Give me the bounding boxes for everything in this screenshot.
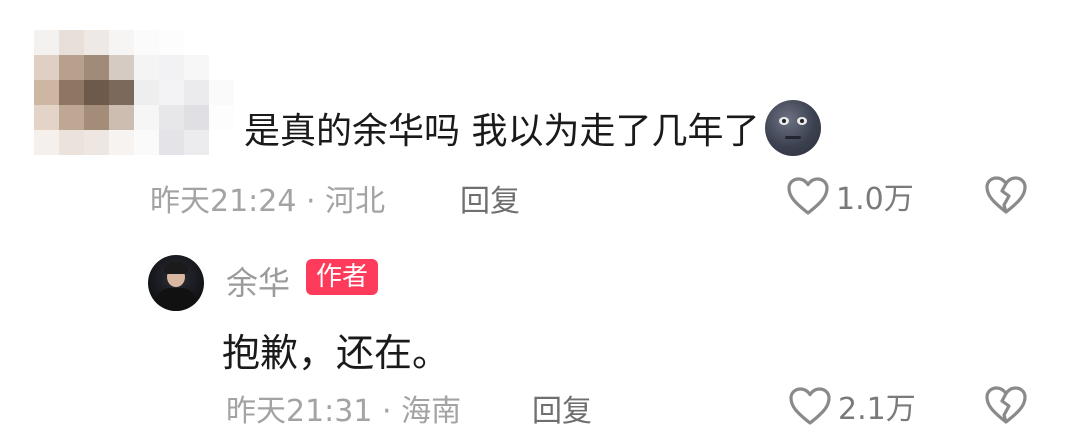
blurred-avatar[interactable] [34, 30, 234, 155]
heart-icon [787, 177, 829, 215]
like-button[interactable]: 1.0万 [786, 174, 914, 218]
comment-text: 是真的余华吗 我以为走了几年了 [244, 100, 822, 156]
comment-thread: 是真的余华吗 我以为走了几年了 昨天21:24 · 河北 回复 1.0万 余华 … [0, 0, 1080, 436]
broken-heart-icon [985, 386, 1027, 424]
dislike-button[interactable] [984, 175, 1028, 219]
reply-time-location: 昨天21:31 · 海南 [226, 394, 462, 429]
comment-time-location: 昨天21:24 · 河北 [150, 184, 386, 219]
author-avatar[interactable] [148, 255, 204, 311]
broken-heart-icon [985, 176, 1027, 214]
heart-icon [789, 387, 831, 425]
author-name[interactable]: 余华 [226, 258, 290, 304]
comment-body: 是真的余华吗 我以为走了几年了 [244, 111, 760, 152]
reply-button-2[interactable]: 回复 [532, 386, 592, 430]
like-button-2[interactable]: 2.1万 [788, 384, 916, 428]
dislike-button-2[interactable] [984, 385, 1028, 429]
like-count-2: 2.1万 [838, 392, 916, 427]
author-badge: 作者 [306, 259, 379, 295]
new-moon-face-emoji-icon [765, 100, 822, 156]
like-count: 1.0万 [836, 182, 914, 217]
reply-button[interactable]: 回复 [460, 176, 520, 220]
reply-text: 抱歉，还在。 [222, 331, 451, 375]
